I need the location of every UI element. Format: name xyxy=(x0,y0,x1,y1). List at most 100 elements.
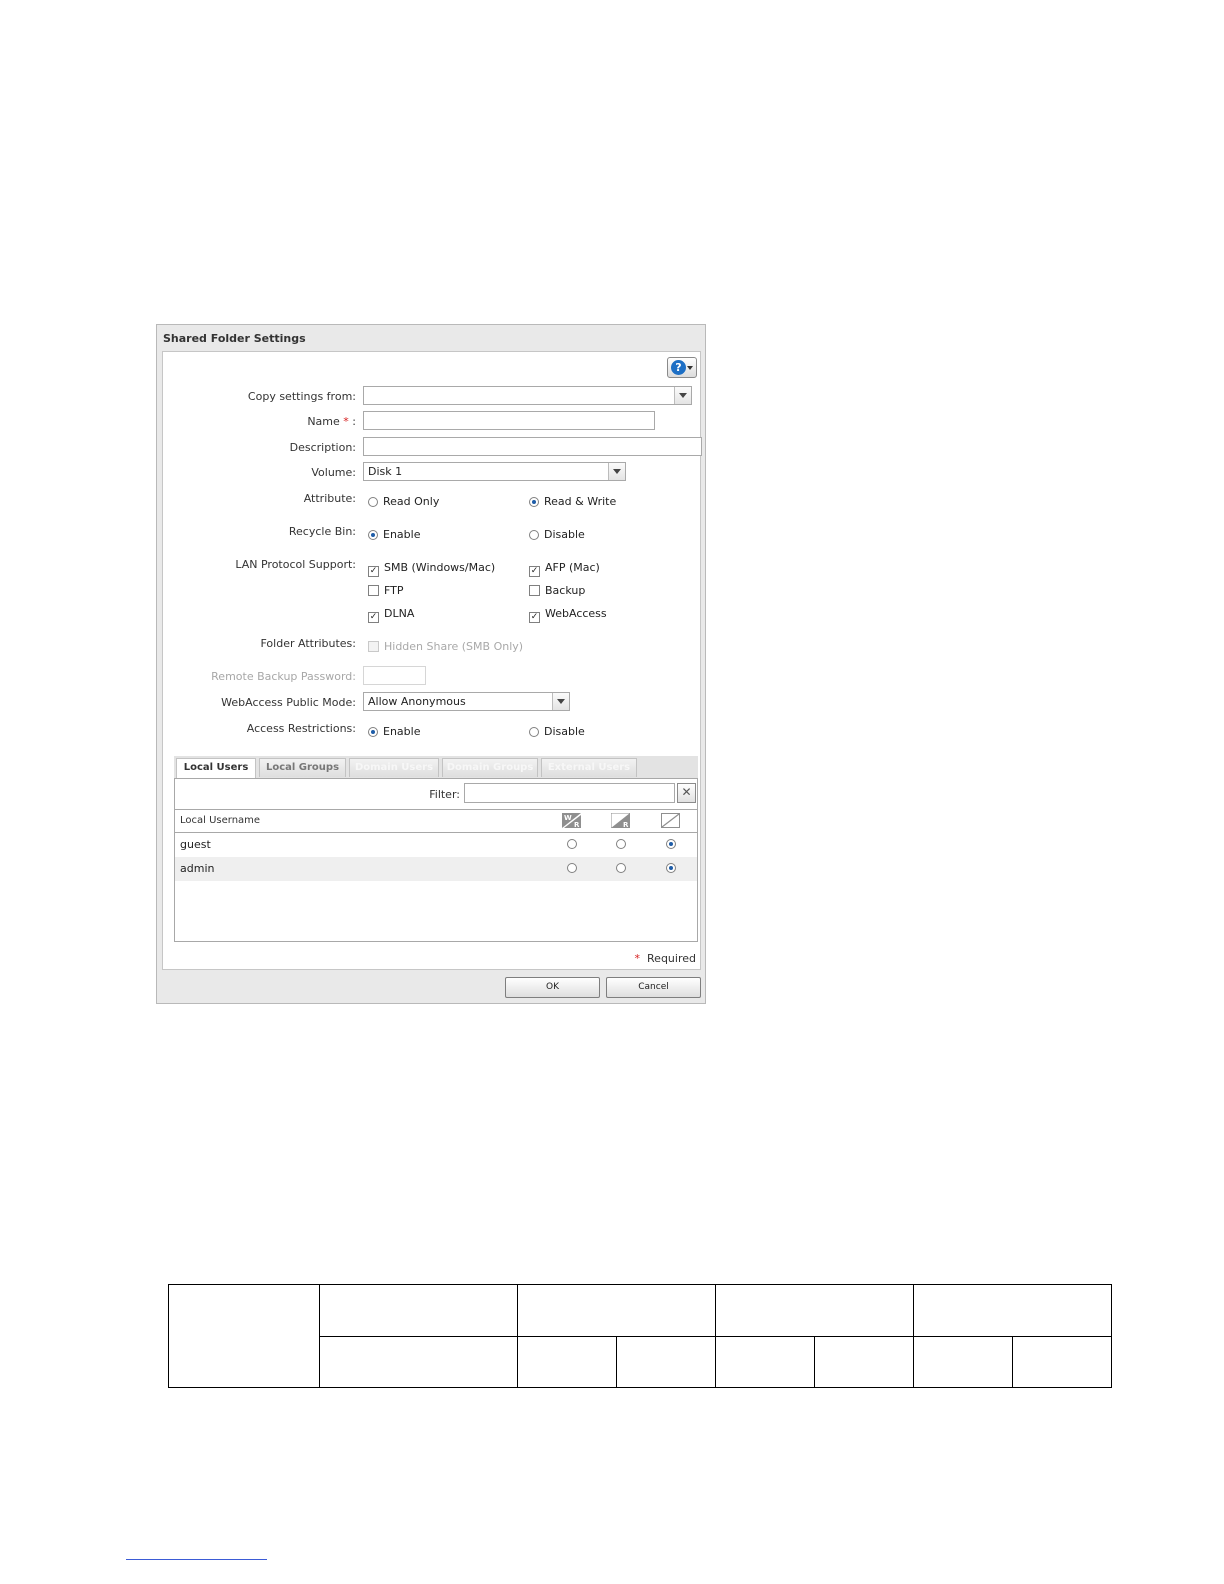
option-label: Hidden Share (SMB Only) xyxy=(384,640,524,653)
chevron-down-icon[interactable] xyxy=(608,463,625,480)
option-label: AFP (Mac) xyxy=(545,561,600,574)
checkbox-icon[interactable] xyxy=(529,585,540,596)
read-only-radio[interactable] xyxy=(616,863,626,873)
option-label: Disable xyxy=(544,528,585,541)
table-cell xyxy=(715,1284,914,1337)
option-label: SMB (Windows/Mac) xyxy=(384,561,496,574)
copy-settings-select[interactable] xyxy=(363,386,692,405)
ftp-checkbox-option[interactable]: FTP xyxy=(368,584,404,597)
read-only-icon: R xyxy=(611,813,630,828)
tab-domain-groups: Domain Groups xyxy=(442,758,538,777)
dialog-title: Shared Folder Settings xyxy=(163,332,306,345)
checkbox-icon[interactable] xyxy=(368,585,379,596)
radio-icon[interactable] xyxy=(529,530,539,540)
webaccess-public-mode-label: WebAccess Public Mode: xyxy=(221,696,356,709)
radio-icon[interactable] xyxy=(529,727,539,737)
required-star: * xyxy=(343,415,349,428)
required-star: * xyxy=(634,952,641,965)
read-write-icon: W R xyxy=(562,813,581,828)
chevron-down-icon[interactable] xyxy=(674,387,691,404)
radio-icon[interactable] xyxy=(368,727,378,737)
required-text: Required xyxy=(647,952,696,965)
table-cell xyxy=(517,1335,617,1388)
read-only-radio[interactable] xyxy=(616,839,626,849)
table-row xyxy=(168,1284,1112,1388)
checkbox-checked-icon[interactable]: ✓ xyxy=(529,566,540,577)
recycle-bin-label: Recycle Bin: xyxy=(288,525,356,538)
svg-text:R: R xyxy=(623,821,629,828)
shared-folder-settings-dialog: Shared Folder Settings ? Copy settings f… xyxy=(156,324,706,1004)
ok-button[interactable]: OK xyxy=(505,977,600,998)
folder-attributes-label: Folder Attributes: xyxy=(260,637,357,650)
no-access-radio[interactable] xyxy=(666,863,676,873)
option-label: DLNA xyxy=(384,607,415,620)
empty-table xyxy=(168,1284,1112,1388)
users-panel: Filter: ✕ Local Username W R R guest adm… xyxy=(174,778,698,942)
tab-external-users: External Users xyxy=(541,758,637,777)
lan-protocol-label: LAN Protocol Support: xyxy=(235,558,356,571)
name-label-colon: : xyxy=(352,415,356,428)
read-write-radio[interactable] xyxy=(567,839,577,849)
radio-icon[interactable] xyxy=(368,497,378,507)
chevron-down-icon[interactable] xyxy=(552,693,569,710)
table-cell xyxy=(715,1335,815,1388)
help-button[interactable]: ? xyxy=(667,357,697,378)
description-label: Description: xyxy=(289,441,356,454)
volume-select[interactable]: Disk 1 xyxy=(363,462,626,481)
tab-domain-users: Domain Users xyxy=(349,758,439,777)
attribute-read-write-option[interactable]: Read & Write xyxy=(529,495,616,508)
access-restrictions-label: Access Restrictions: xyxy=(246,722,356,735)
user-group-tabs: Local Users Local Groups Domain Users Do… xyxy=(174,756,698,778)
backup-checkbox-option[interactable]: Backup xyxy=(529,584,585,597)
volume-value: Disk 1 xyxy=(368,465,403,478)
grid-header: Local Username W R R xyxy=(175,809,697,833)
close-icon[interactable]: ✕ xyxy=(677,783,696,803)
afp-checkbox-option[interactable]: ✓ AFP (Mac) xyxy=(529,561,600,577)
checkbox-checked-icon[interactable]: ✓ xyxy=(368,612,379,623)
radio-icon[interactable] xyxy=(368,530,378,540)
access-restrictions-enable-option[interactable]: Enable xyxy=(368,725,420,738)
table-cell xyxy=(913,1284,1112,1337)
table-cell xyxy=(517,1284,716,1337)
table-cell xyxy=(168,1284,320,1388)
cancel-button[interactable]: Cancel xyxy=(606,977,701,998)
name-field[interactable] xyxy=(363,411,655,430)
webaccess-checkbox-option[interactable]: ✓ WebAccess xyxy=(529,607,607,623)
webaccess-public-mode-select[interactable]: Allow Anonymous xyxy=(363,692,570,711)
hidden-share-option: Hidden Share (SMB Only) xyxy=(368,640,523,653)
webaccess-public-mode-value: Allow Anonymous xyxy=(368,695,466,708)
option-label: Read & Write xyxy=(544,495,617,508)
option-label: Backup xyxy=(545,584,586,597)
table-row: admin xyxy=(175,857,697,881)
tab-local-groups[interactable]: Local Groups xyxy=(259,758,346,777)
recycle-bin-enable-option[interactable]: Enable xyxy=(368,528,420,541)
table-cell xyxy=(913,1335,1013,1388)
dialog-body: ? Copy settings from: Name * : Descripti… xyxy=(162,351,702,970)
no-access-icon xyxy=(661,813,680,828)
svg-text:W: W xyxy=(564,814,572,822)
checkbox-icon xyxy=(368,641,379,652)
tab-local-users[interactable]: Local Users xyxy=(176,758,256,778)
no-access-radio[interactable] xyxy=(666,839,676,849)
read-write-radio[interactable] xyxy=(567,863,577,873)
access-restrictions-disable-option[interactable]: Disable xyxy=(529,725,585,738)
table-cell xyxy=(814,1335,914,1388)
footnote-rule xyxy=(126,1559,267,1560)
username: guest xyxy=(180,838,211,851)
smb-checkbox-option[interactable]: ✓ SMB (Windows/Mac) xyxy=(368,561,495,577)
dlna-checkbox-option[interactable]: ✓ DLNA xyxy=(368,607,414,623)
radio-icon[interactable] xyxy=(529,497,539,507)
attribute-read-only-option[interactable]: Read Only xyxy=(368,495,439,508)
checkbox-checked-icon[interactable]: ✓ xyxy=(368,566,379,577)
required-note: * Required xyxy=(635,952,696,965)
filter-input[interactable] xyxy=(464,783,675,803)
recycle-bin-disable-option[interactable]: Disable xyxy=(529,528,585,541)
option-label: Read Only xyxy=(383,495,440,508)
svg-text:R: R xyxy=(574,821,580,828)
copy-settings-label: Copy settings from: xyxy=(247,390,356,403)
option-label: WebAccess xyxy=(545,607,607,620)
description-field[interactable] xyxy=(363,437,702,456)
remote-backup-password-label: Remote Backup Password: xyxy=(211,670,356,683)
checkbox-checked-icon[interactable]: ✓ xyxy=(529,612,540,623)
option-label: FTP xyxy=(384,584,404,597)
